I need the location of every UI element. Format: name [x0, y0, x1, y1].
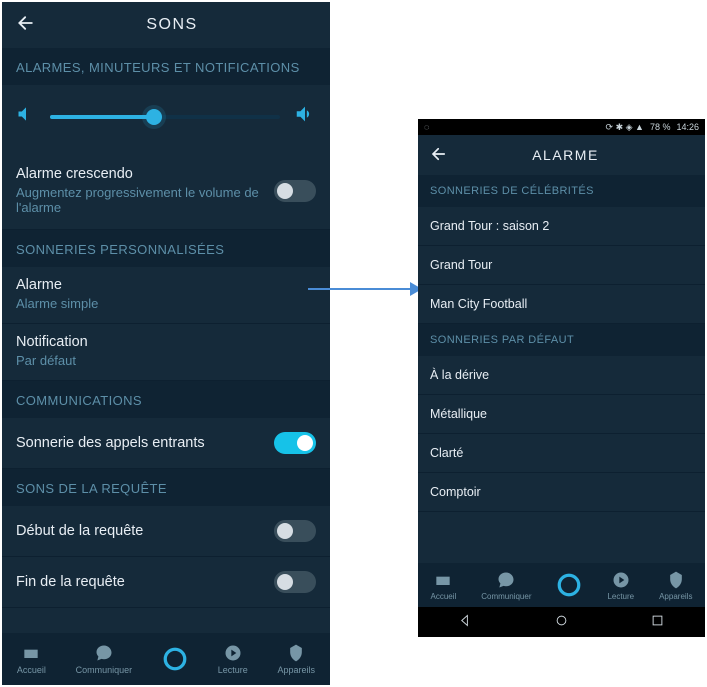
list-item[interactable]: À la dérive: [418, 356, 705, 395]
arrow-icon: [306, 278, 422, 300]
crescendo-desc: Augmentez progressivement le volume de l…: [16, 185, 274, 215]
list-item[interactable]: Grand Tour: [418, 246, 705, 285]
android-back-icon[interactable]: [458, 613, 473, 631]
bottom-nav: Accueil Communiquer Lecture Appareils: [418, 563, 705, 607]
request-end-label: Fin de la requête: [16, 574, 274, 590]
nav-devices[interactable]: Appareils: [278, 643, 316, 675]
request-start-row[interactable]: Début de la requête: [2, 506, 330, 557]
request-start-toggle[interactable]: [274, 520, 316, 542]
section-alarms: ALARMES, MINUTEURS ET NOTIFICATIONS: [2, 48, 330, 85]
volume-low-icon: [16, 104, 36, 129]
crescendo-label: Alarme crescendo: [16, 166, 274, 182]
request-start-label: Début de la requête: [16, 523, 274, 539]
android-recent-icon[interactable]: [650, 613, 665, 631]
nav-alexa[interactable]: [556, 572, 582, 598]
page-title: SONS: [28, 16, 316, 34]
nav-home[interactable]: Accueil: [17, 643, 46, 675]
notification-dot-icon: ◌: [424, 122, 429, 132]
list-item[interactable]: Grand Tour : saison 2: [418, 207, 705, 246]
nav-play[interactable]: Lecture: [218, 643, 248, 675]
nav-home[interactable]: Accueil: [430, 570, 456, 601]
section-request-sounds: SONS DE LA REQUÊTE: [2, 469, 330, 506]
crescendo-row[interactable]: Alarme crescendo Augmentez progressiveme…: [2, 152, 330, 230]
android-home-icon[interactable]: [554, 613, 569, 631]
volume-slider[interactable]: [50, 115, 280, 119]
alarm-label: Alarme: [16, 277, 316, 293]
alarm-value: Alarme simple: [16, 296, 316, 311]
header: SONS: [2, 2, 330, 48]
volume-slider-row: [2, 85, 330, 152]
incoming-label: Sonnerie des appels entrants: [16, 435, 274, 451]
incoming-toggle[interactable]: [274, 432, 316, 454]
list-item[interactable]: Comptoir: [418, 473, 705, 512]
status-bar: ◌ ⟳ ✱ ◈ ▲ 78 % 14:26: [418, 119, 705, 135]
nav-play[interactable]: Lecture: [607, 570, 634, 601]
section-communications: COMMUNICATIONS: [2, 381, 330, 418]
page-title: ALARME: [438, 147, 693, 163]
list-item[interactable]: Man City Football: [418, 285, 705, 324]
nav-communicate[interactable]: Communiquer: [76, 643, 133, 675]
section-custom-ringtones: SONNERIES PERSONNALISÉES: [2, 230, 330, 267]
section-celebrity-ringtones: SONNERIES DE CÉLÉBRITÉS: [418, 175, 705, 207]
android-nav-bar: [418, 607, 705, 637]
notification-label: Notification: [16, 334, 316, 350]
section-default-ringtones: SONNERIES PAR DÉFAUT: [418, 324, 705, 356]
sons-screen: SONS ALARMES, MINUTEURS ET NOTIFICATIONS…: [2, 2, 330, 685]
nav-alexa[interactable]: [162, 646, 188, 672]
alarme-screen: ◌ ⟳ ✱ ◈ ▲ 78 % 14:26 ALARME SONNERIES DE…: [418, 119, 705, 637]
status-battery: 78 %: [650, 122, 671, 132]
crescendo-toggle[interactable]: [274, 180, 316, 202]
status-time: 14:26: [676, 122, 699, 132]
nav-communicate[interactable]: Communiquer: [481, 570, 531, 601]
request-end-row[interactable]: Fin de la requête: [2, 557, 330, 608]
header: ALARME: [418, 135, 705, 175]
alarm-row[interactable]: Alarme Alarme simple: [2, 267, 330, 324]
request-end-toggle[interactable]: [274, 571, 316, 593]
status-icons: ⟳ ✱ ◈ ▲: [606, 122, 644, 133]
bottom-nav: Accueil Communiquer Lecture Appareils: [2, 633, 330, 685]
notification-row[interactable]: Notification Par défaut: [2, 324, 330, 381]
list-item[interactable]: Clarté: [418, 434, 705, 473]
nav-devices[interactable]: Appareils: [659, 570, 692, 601]
volume-high-icon: [294, 103, 316, 130]
incoming-calls-row[interactable]: Sonnerie des appels entrants: [2, 418, 330, 469]
list-item[interactable]: Métallique: [418, 395, 705, 434]
notification-value: Par défaut: [16, 353, 316, 368]
